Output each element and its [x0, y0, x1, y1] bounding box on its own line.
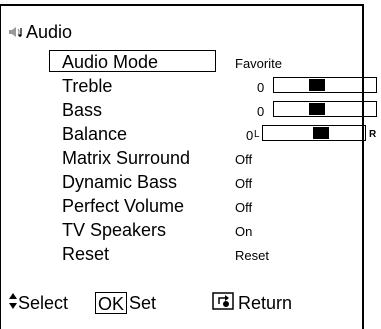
menu-item-reset[interactable]: Reset Reset [49, 242, 349, 265]
menu-item-bass[interactable]: Bass 0 [49, 98, 377, 121]
slider-track [262, 125, 366, 141]
slider-value: 0 [246, 128, 254, 143]
set-label: Set [129, 292, 157, 313]
menu-item-audio-mode[interactable]: Audio Mode Favorite [49, 50, 349, 73]
balance-right-mark: R [369, 129, 377, 140]
menu-item-label: Reset [62, 244, 110, 264]
menu-item-label: TV Speakers [62, 220, 167, 240]
speaker-music-icon [8, 25, 24, 39]
menu-item-dynamic-bass[interactable]: Dynamic Bass Off [49, 170, 349, 193]
up-down-arrow-icon [8, 292, 18, 315]
menu-item-label: Audio Mode [62, 52, 159, 72]
slider-fill [313, 127, 329, 139]
return-key-icon [212, 292, 234, 315]
frame-right-border [362, 4, 364, 329]
menu-item-label: Bass [62, 100, 103, 120]
menu-header: Audio [8, 20, 72, 44]
frame-left-border [0, 4, 1, 329]
slider-track [273, 77, 377, 93]
menu-title: Audio [26, 21, 73, 42]
menu-item-tv-speakers[interactable]: TV Speakers On [49, 218, 349, 241]
slider-value: 0 [257, 104, 265, 119]
menu-item-label: Matrix Surround [62, 148, 191, 168]
menu-item-label: Balance [62, 124, 128, 144]
menu-item-label: Dynamic Bass [62, 172, 178, 192]
button-hint-bar: Select OK Set Return [0, 290, 362, 320]
menu-item-value: Reset [235, 248, 269, 263]
menu-item-label: Perfect Volume [62, 196, 185, 216]
select-hint: Select [8, 292, 68, 315]
menu-item-treble[interactable]: Treble 0 [49, 74, 377, 97]
return-hint: Return [212, 292, 292, 315]
slider-fill [309, 79, 325, 91]
frame-top-border [0, 4, 364, 6]
return-label: Return [238, 293, 293, 313]
slider-fill [309, 103, 325, 115]
menu-item-matrix-surround[interactable]: Matrix Surround Off [49, 146, 349, 169]
menu-item-value: Off [235, 200, 253, 215]
menu-item-balance[interactable]: Balance 0 L R [49, 122, 376, 145]
menu-item-value: Favorite [235, 56, 282, 71]
slider-value: 0 [257, 80, 265, 95]
menu-item-value: Off [235, 176, 253, 191]
ok-key-icon: OK [95, 292, 128, 314]
menu-item-perfect-volume[interactable]: Perfect Volume Off [49, 194, 349, 217]
menu-item-value: Off [235, 152, 253, 167]
menu-item-value: On [235, 224, 253, 239]
menu-item-label: Treble [62, 76, 113, 96]
select-label: Select [18, 293, 69, 313]
balance-left-mark: L [254, 129, 260, 140]
set-hint: OK Set [95, 292, 156, 314]
slider-track [273, 101, 377, 117]
